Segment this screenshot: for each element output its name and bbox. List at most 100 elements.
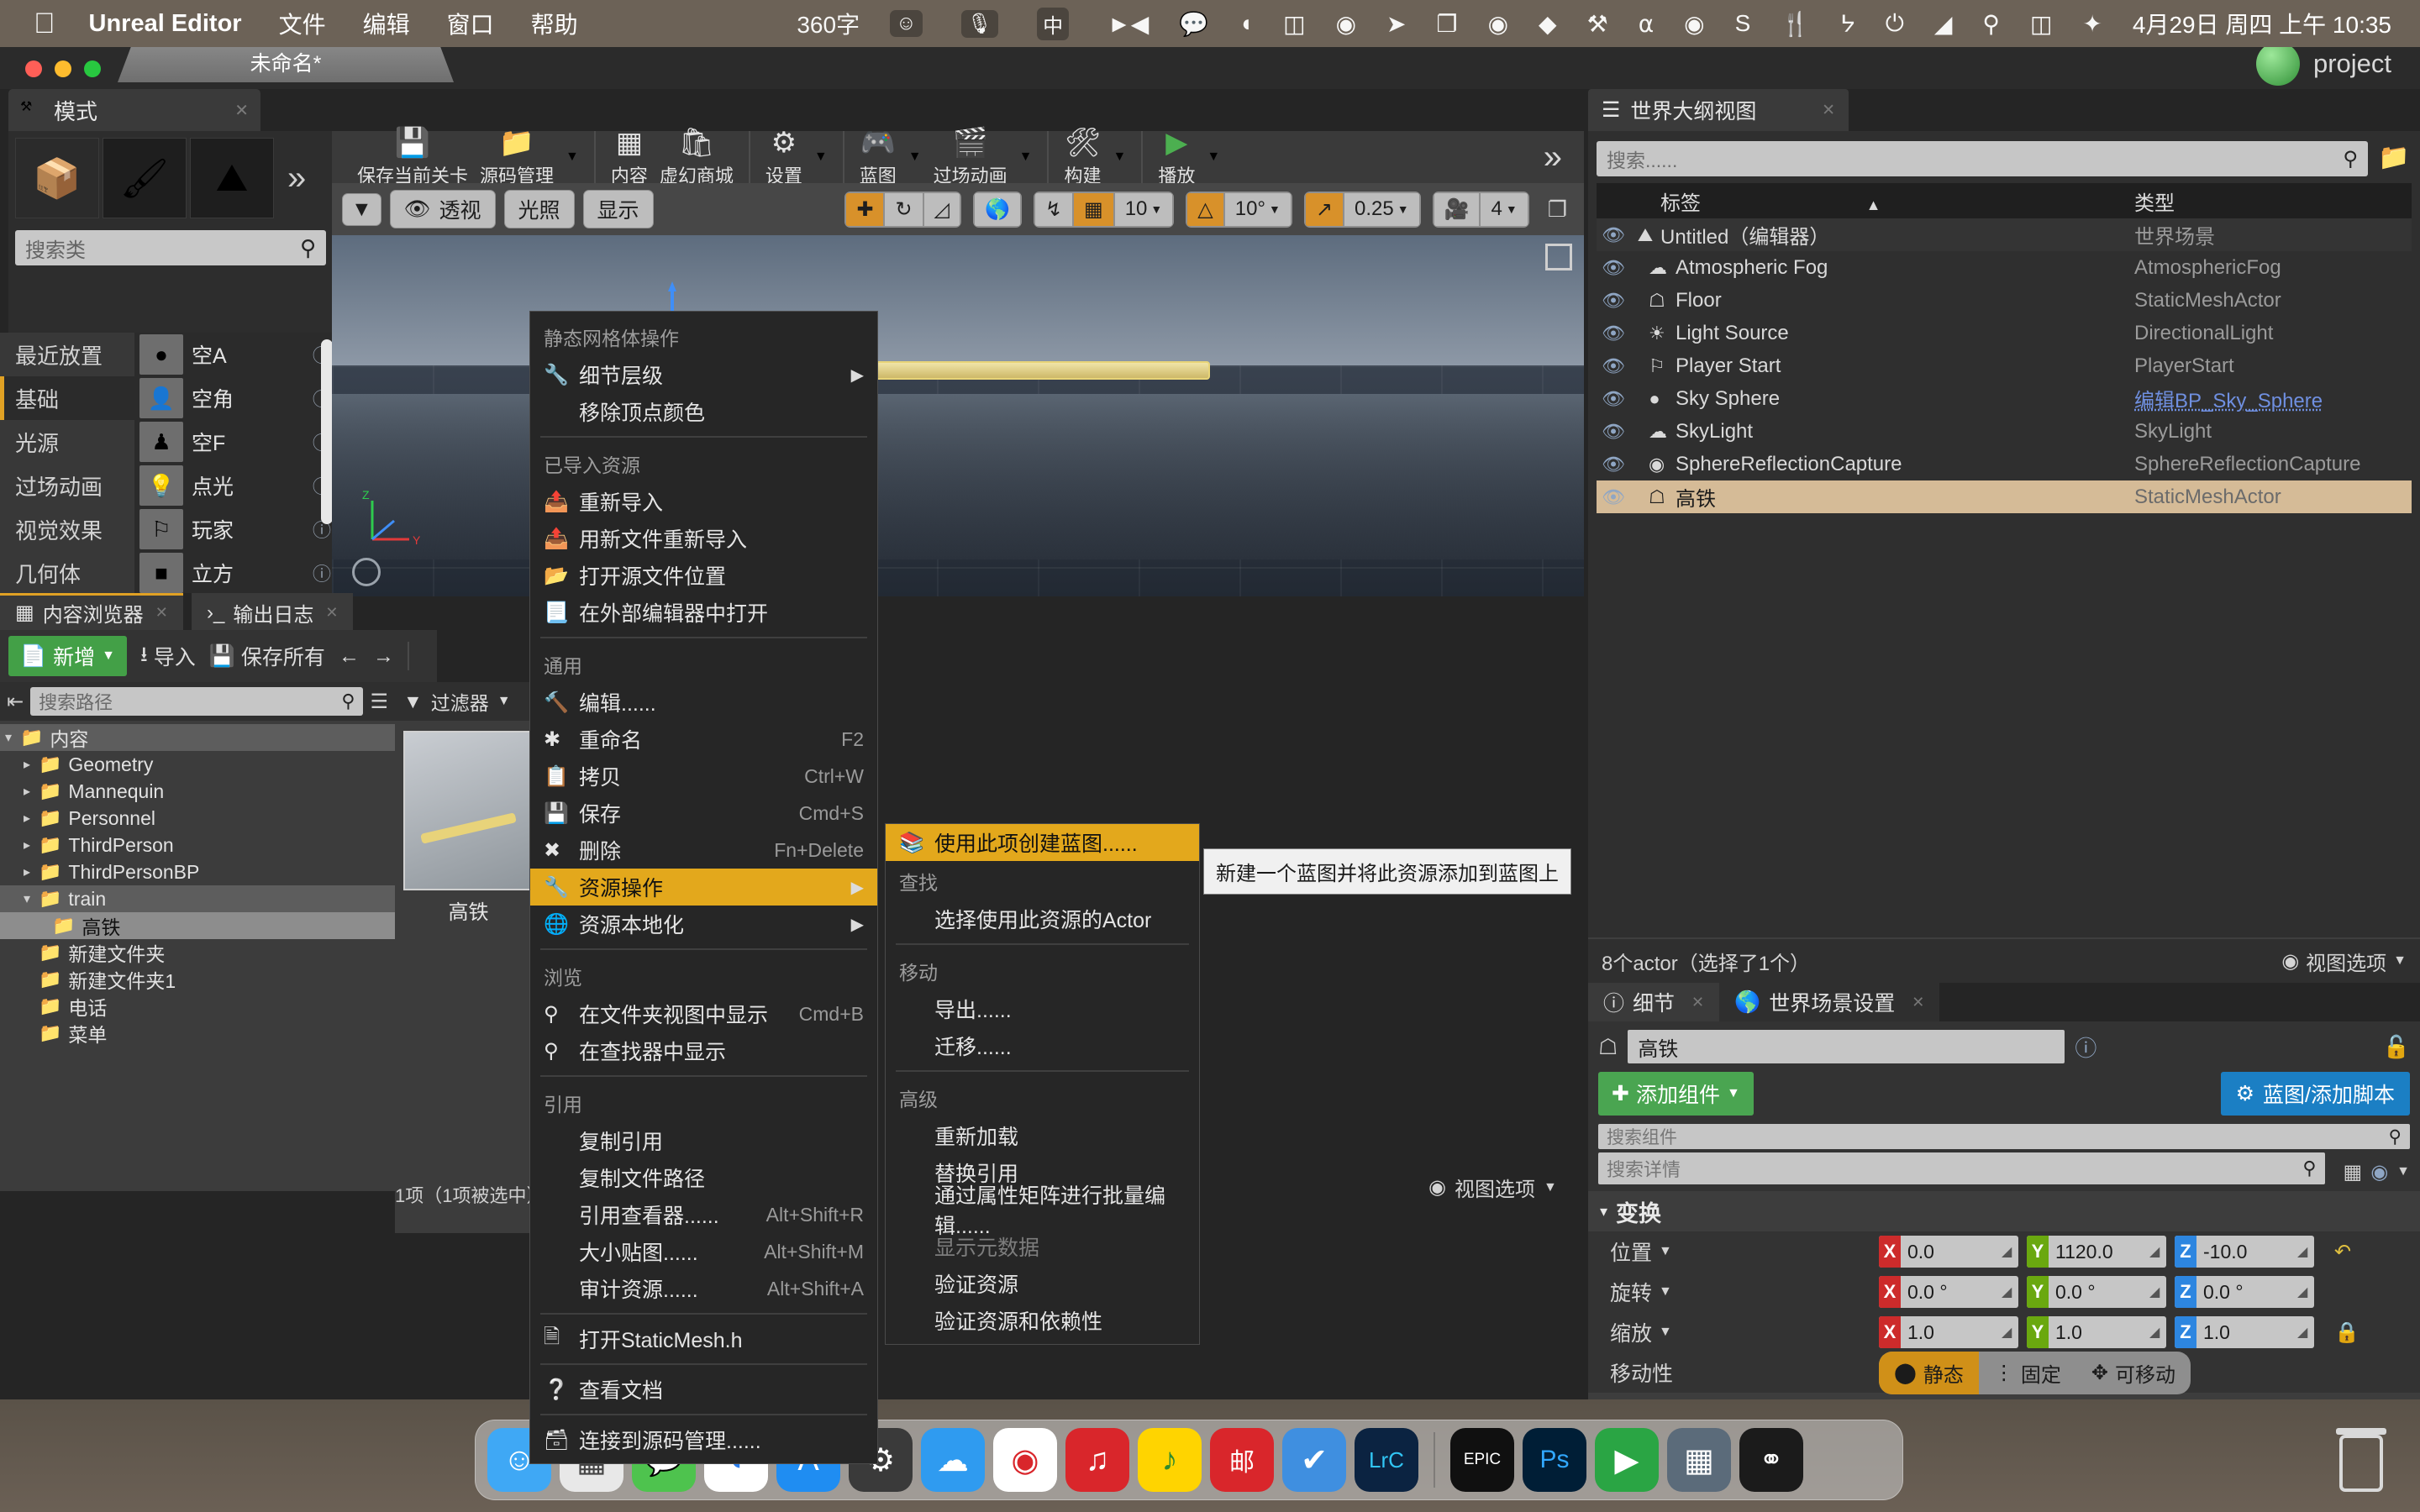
menu-window[interactable]: 窗口: [447, 7, 494, 40]
scale-tool-icon[interactable]: ◿: [923, 192, 960, 227]
dropbox-icon[interactable]: ◆: [1539, 10, 1557, 38]
table-row[interactable]: 👁 ☁ SkyLight SkyLight: [1597, 415, 2412, 448]
asset-context-menu[interactable]: 静态网格体操作 🔧 细节层级 ▶ 移除顶点颜色 已导入资源 📤 重新导入 📤 用…: [529, 311, 878, 1464]
spinner-icon[interactable]: ◢: [2149, 1284, 2166, 1300]
menu-item-open-in-external-editor[interactable]: 📃 在外部编辑器中打开: [530, 594, 877, 631]
table-row[interactable]: 👁 ☀ Light Source DirectionalLight: [1597, 317, 2412, 349]
menu-item-audit-assets[interactable]: 审计资源...... Alt+Shift+A: [530, 1270, 877, 1307]
scale-x-input[interactable]: X 1.0 ◢: [1879, 1316, 2018, 1348]
cloud-icon[interactable]: ☁: [921, 1428, 985, 1492]
arrow-left-icon[interactable]: ←: [339, 644, 360, 669]
wifi-icon[interactable]: ◢: [1934, 10, 1953, 38]
submenu-item-migrate[interactable]: 迁移......: [886, 1027, 1199, 1064]
unlock-icon[interactable]: 🔓: [2383, 1034, 2410, 1060]
angle-snap-icon[interactable]: △: [1186, 192, 1223, 227]
menu-item-size-map[interactable]: 大小贴图...... Alt+Shift+M: [530, 1233, 877, 1270]
submenu-item-create-blueprint-using-this[interactable]: 📚 使用此项创建蓝图......: [886, 824, 1199, 861]
menu-item-open-staticmesh-header[interactable]: 🗎 打开StaticMesh.h: [530, 1320, 877, 1357]
angle-size-dropdown[interactable]: 10°▼: [1224, 192, 1292, 227]
blueprint-add-script-button[interactable]: ⚙ 蓝图/添加脚本: [2221, 1072, 2410, 1116]
path-search-input[interactable]: 搜索路径 ⚲: [30, 687, 363, 716]
add-folder-icon[interactable]: 📁: [2376, 139, 2412, 175]
chevron-down-icon[interactable]: ▼: [1207, 150, 1220, 165]
filter-label[interactable]: 过滤器: [431, 687, 489, 716]
chevron-double-right-icon[interactable]: »: [277, 138, 306, 218]
screenshot-app-icon[interactable]: ▦: [1667, 1428, 1731, 1492]
spinner-icon[interactable]: ◢: [2149, 1324, 2166, 1341]
sidebar-item-visual-effects[interactable]: 视觉效果: [0, 507, 134, 551]
play-button[interactable]: ▶ 播放: [1158, 126, 1195, 188]
place-actors-list[interactable]: ● 空A ⓘ 👤 空角 ⓘ ♟ 空F ⓘ 💡 点光 ⓘ ⚐ 玩家: [134, 333, 336, 593]
grid-snap-icon[interactable]: ▦: [1073, 192, 1114, 227]
unreal-engine-icon[interactable]: ⚭: [1739, 1428, 1803, 1492]
tree-item-new-folder-1[interactable]: 📁 新建文件夹1: [0, 966, 395, 993]
menu-help[interactable]: 帮助: [531, 7, 578, 40]
cinematics-button[interactable]: 🎬 过场动画: [934, 126, 1007, 188]
close-icon[interactable]: ✕: [1691, 994, 1704, 1011]
camera-speed-icon[interactable]: 🎥: [1434, 192, 1481, 227]
menu-item-rename[interactable]: ✱ 重命名 F2: [530, 721, 877, 758]
table-row[interactable]: 👁 ⚐ Player Start PlayerStart: [1597, 349, 2412, 382]
sidebar-item-basic[interactable]: 基础: [0, 376, 134, 420]
list-item[interactable]: ■ 立方 ⓘ: [134, 551, 336, 593]
add-component-button[interactable]: ✚ 添加组件 ▼: [1598, 1072, 1754, 1116]
spinner-icon[interactable]: ◢: [2002, 1284, 2018, 1300]
menu-item-remove-vertex-colors[interactable]: 移除顶点颜色: [530, 393, 877, 430]
show-flags-dropdown[interactable]: 显示: [583, 190, 654, 228]
ime-label[interactable]: 360字: [797, 7, 860, 40]
mail-icon[interactable]: ◉: [1336, 10, 1356, 38]
settings-eye-icon[interactable]: ◉: [2370, 1160, 2388, 1184]
chevron-down-icon[interactable]: ▼: [1113, 150, 1127, 165]
chevron-down-icon[interactable]: ▼: [1019, 150, 1033, 165]
menu-item-reference-viewer[interactable]: 引用查看器...... Alt+Shift+R: [530, 1196, 877, 1233]
menu-item-copy-reference[interactable]: 复制引用: [530, 1122, 877, 1159]
epic-games-icon[interactable]: EPIC: [1450, 1428, 1514, 1492]
location-y-input[interactable]: Y 1120.0 ◢: [2027, 1236, 2166, 1268]
tools-icon[interactable]: ⚒: [1587, 10, 1608, 38]
chevron-down-icon[interactable]: ▼: [1659, 1244, 1672, 1259]
submenu-item-export[interactable]: 导出......: [886, 990, 1199, 1027]
submenu-item-select-actors-using-asset[interactable]: 选择使用此资源的Actor: [886, 900, 1199, 937]
menu-item-view-documentation[interactable]: ❔ 查看文档: [530, 1371, 877, 1408]
viewport-maximize-icon[interactable]: [1545, 244, 1572, 270]
settings-button[interactable]: ⚙ 设置: [765, 126, 802, 188]
table-row[interactable]: 👁 ☖ Floor StaticMeshActor: [1597, 284, 2412, 317]
lightroom-classic-icon[interactable]: LrC: [1355, 1428, 1418, 1492]
mobility-movable-option[interactable]: ✥ 可移动: [2076, 1352, 2191, 1394]
eye-icon[interactable]: 👁: [1597, 257, 1630, 279]
spinner-icon[interactable]: ◢: [2002, 1324, 2018, 1341]
qq-music-icon[interactable]: ♪: [1138, 1428, 1202, 1492]
video-icon[interactable]: ►◀: [1107, 10, 1149, 38]
marketplace-button[interactable]: 🛍 虚幻商城: [660, 126, 734, 188]
magnet-icon[interactable]: ⍺: [1639, 10, 1654, 38]
minimize-window-button[interactable]: [55, 60, 71, 77]
chevron-down-icon[interactable]: ▼: [908, 150, 922, 165]
tree-item-thirdpersonbp[interactable]: ▸ 📁 ThirdPersonBP: [0, 858, 395, 885]
chevron-down-icon[interactable]: ▼: [1659, 1284, 1672, 1299]
list-item[interactable]: ♟ 空F ⓘ: [134, 420, 336, 464]
eye-icon[interactable]: 👁: [1597, 421, 1630, 443]
chrome-icon[interactable]: ◉: [993, 1428, 1057, 1492]
lock-icon[interactable]: 🔒: [2334, 1320, 2360, 1345]
menu-item-reimport-with-new-file[interactable]: 📤 用新文件重新导入: [530, 520, 877, 557]
search-input[interactable]: 搜索类 ⚲: [15, 230, 326, 265]
chevron-down-icon[interactable]: ▼: [566, 150, 579, 165]
grid-size-dropdown[interactable]: 10▼: [1114, 192, 1174, 227]
menu-item-delete[interactable]: ✖ 删除 Fn+Delete: [530, 832, 877, 869]
help-circle-icon[interactable]: ⓘ: [313, 559, 331, 586]
level-viewport[interactable]: Z Y: [332, 235, 1584, 596]
spinner-icon[interactable]: ◢: [2297, 1284, 2314, 1300]
tree-item-gaotie[interactable]: 📁 高铁: [0, 912, 395, 939]
tab-details[interactable]: ⓘ 细节 ✕: [1588, 983, 1719, 1021]
telegram-icon[interactable]: ➤: [1386, 10, 1406, 38]
build-button[interactable]: 🛠 构建: [1064, 126, 1101, 188]
menu-item-show-in-finder[interactable]: ⚲ 在查找器中显示: [530, 1032, 877, 1069]
menu-file[interactable]: 文件: [279, 7, 326, 40]
section-header-transform[interactable]: ▾ 变换: [1588, 1191, 2420, 1231]
asset-actions-submenu[interactable]: 📚 使用此项创建蓝图...... 查找 选择使用此资源的Actor 移动 导出.…: [885, 823, 1200, 1345]
trash-icon[interactable]: [2328, 1420, 2395, 1495]
mobility-stationary-option[interactable]: ⋮ 固定: [1979, 1352, 2076, 1394]
table-row[interactable]: 👁 ☖ 高铁 StaticMeshActor: [1597, 480, 2412, 513]
add-new-button[interactable]: 📄 新增 ▼: [8, 636, 127, 676]
document-tab[interactable]: 未命名*: [118, 42, 454, 82]
